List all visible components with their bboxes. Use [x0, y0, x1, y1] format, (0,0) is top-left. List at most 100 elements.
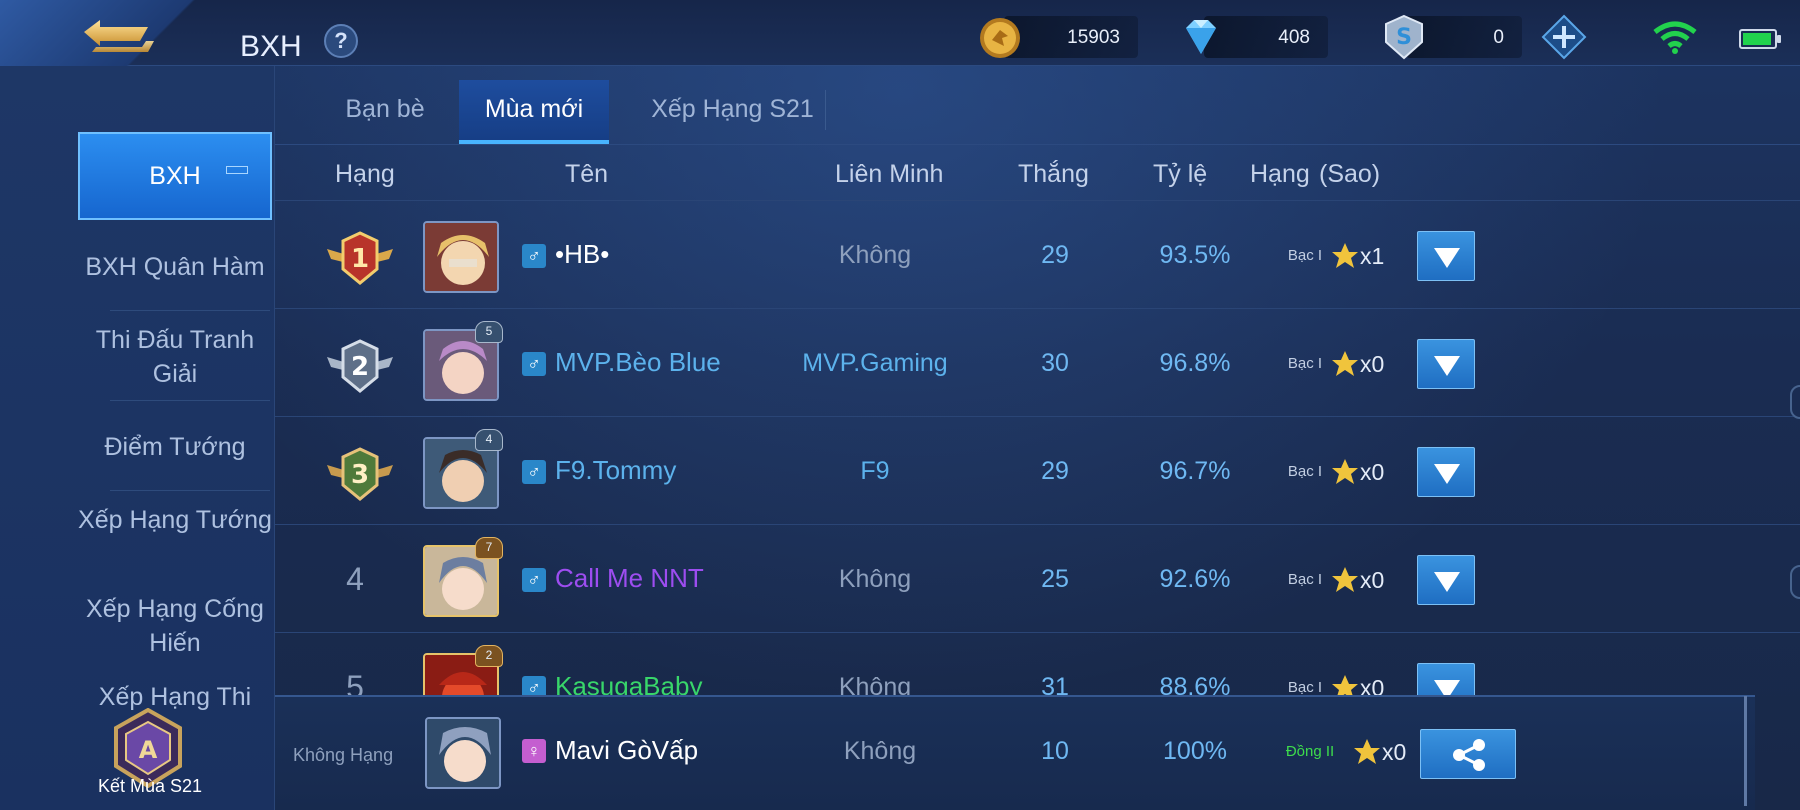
own-avatar[interactable]: [425, 717, 501, 789]
level-badge: 5: [475, 321, 503, 343]
player-name[interactable]: Call Me NNT: [555, 563, 704, 594]
sidebar-item-label: BXH: [149, 162, 201, 190]
help-button[interactable]: ?: [324, 24, 358, 58]
wins-count: 29: [1041, 241, 1069, 269]
column-name: Tên: [565, 160, 609, 188]
alliance-name: Không: [838, 241, 912, 269]
alliance-name[interactable]: F9: [775, 457, 975, 486]
wins-count: 30: [1041, 349, 1069, 377]
male-gender-icon: ♂: [522, 352, 546, 376]
add-currency-button[interactable]: [1541, 14, 1587, 60]
star-icon: [1332, 567, 1358, 592]
player-name[interactable]: F9.Tommy: [555, 455, 676, 486]
svg-text:3: 3: [351, 460, 369, 490]
rank-number: 5: [346, 669, 364, 695]
star-icon: [1354, 739, 1380, 764]
share-button[interactable]: [1420, 729, 1516, 779]
sidebar-item-diem-tuong[interactable]: Điểm Tướng: [78, 430, 272, 464]
edge-handle[interactable]: [1790, 385, 1800, 419]
voucher-value: 0: [1493, 27, 1504, 48]
win-rate: 96.7%: [1159, 457, 1231, 485]
star-count: x1: [1360, 243, 1385, 269]
table-row: 1 ♂ •HB• Không 29 93.5% Bạc I x1: [275, 200, 1800, 308]
gold-counter: 15903: [1004, 16, 1138, 58]
diamond-icon: [1186, 20, 1216, 54]
sidebar-item-bxh[interactable]: BXH: [78, 132, 272, 220]
sidebar-item-xep-hang-tuong[interactable]: Xếp Hạng Tướng: [78, 503, 272, 537]
leaderboard-list[interactable]: 1 ♂ •HB• Không 29 93.5% Bạc I x1 2 5 ♂ M…: [275, 200, 1800, 695]
tag-icon: [226, 166, 248, 174]
expand-button[interactable]: [1417, 663, 1475, 695]
player-name[interactable]: MVP.Bèo Blue: [555, 347, 721, 378]
column-stars: (Sao): [1319, 160, 1381, 188]
tab-xep-hang-s21[interactable]: Xếp Hạng S21: [640, 80, 825, 144]
table-header: Hạng Tên Liên Minh Thắng Tỷ lệ Hạng (Sao…: [275, 150, 1800, 200]
svg-text:S: S: [1396, 25, 1412, 50]
column-rank: Hạng: [335, 160, 395, 188]
level-badge: 7: [475, 537, 503, 559]
star-count: x0: [1360, 351, 1385, 377]
star-icon: [1332, 351, 1358, 376]
table-row: 3 4 ♂ F9.Tommy F9 29 96.7% Bạc I x0: [275, 416, 1800, 524]
sidebar-item-xep-hang-thi[interactable]: Xếp Hạng Thi: [78, 680, 272, 710]
win-rate: 93.5%: [1159, 241, 1231, 269]
player-name[interactable]: KasugaBaby: [555, 671, 702, 695]
svg-text:A: A: [139, 736, 158, 764]
star-icon: [1332, 675, 1358, 695]
own-win-rate: 100%: [1163, 737, 1227, 765]
gold-coin-icon: [980, 18, 1020, 58]
male-gender-icon: ♂: [522, 676, 546, 695]
own-player-name: Mavi GòVấp: [555, 735, 699, 765]
own-rank: Không Hạng: [293, 745, 394, 765]
male-gender-icon: ♂: [522, 568, 546, 592]
star-count: x0: [1360, 567, 1385, 593]
svg-text:1: 1: [351, 244, 369, 274]
share-icon: [1453, 739, 1485, 771]
star-icon: [1332, 243, 1358, 268]
svg-text:2: 2: [351, 352, 369, 382]
page-title: BXH: [240, 30, 302, 63]
wifi-icon: [1653, 21, 1697, 54]
sidebar-item-tranh-giai[interactable]: Thi Đấu Tranh Giải: [78, 323, 272, 391]
sidebar-divider: [110, 310, 270, 311]
rank-3-badge-icon: 3: [327, 447, 393, 501]
expand-button[interactable]: [1417, 555, 1475, 605]
voucher-icon: S: [1385, 14, 1423, 60]
win-rate: 92.6%: [1159, 565, 1231, 593]
expand-button[interactable]: [1417, 339, 1475, 389]
sidebar-divider: [110, 400, 270, 401]
alliance-name[interactable]: MVP.Gaming: [775, 349, 975, 378]
own-alliance: Không: [843, 737, 917, 765]
tab-ban-be[interactable]: Bạn bè: [300, 80, 470, 144]
sidebar-item-cong-hien[interactable]: Xếp Hạng Cống Hiến: [78, 592, 272, 660]
alliance-name: Không: [838, 565, 912, 593]
expand-button[interactable]: [1417, 231, 1475, 281]
rank-2-badge-icon: 2: [327, 339, 393, 393]
gold-value: 15903: [1067, 27, 1120, 48]
column-tier: Hạng: [1250, 160, 1310, 188]
level-badge: 4: [475, 429, 503, 451]
own-wins: 10: [1041, 737, 1069, 765]
win-rate: 88.6%: [1159, 673, 1231, 695]
rank-number: 4: [346, 561, 364, 597]
expand-button[interactable]: [1417, 447, 1475, 497]
edge-handle[interactable]: [1790, 565, 1800, 599]
sidebar-item-quan-ham[interactable]: BXH Quân Hàm: [78, 250, 272, 284]
scrollbar[interactable]: [1744, 696, 1747, 806]
back-button[interactable]: [78, 14, 160, 66]
wins-count: 31: [1041, 673, 1069, 695]
table-row: 2 5 ♂ MVP.Bèo Blue MVP.Gaming 30 96.8% B…: [275, 308, 1800, 416]
table-row: 5 2 ♂ KasugaBaby Không 31 88.6% Bạc I x0: [275, 632, 1800, 695]
player-name[interactable]: •HB•: [555, 239, 609, 270]
avatar[interactable]: [423, 221, 499, 293]
wins-count: 29: [1041, 457, 1069, 485]
star-count: x0: [1360, 675, 1385, 695]
battery-icon: [1739, 29, 1781, 49]
star-icon: [1332, 459, 1358, 484]
back-arrow-icon: [84, 20, 154, 52]
tab-mua-moi[interactable]: Mùa mới: [459, 80, 609, 144]
table-row: 4 7 ♂ Call Me NNT Không 25 92.6% Bạc I x…: [275, 524, 1800, 632]
diamond-value: 408: [1278, 27, 1310, 48]
own-rank-tier: Đồng II: [1285, 743, 1335, 760]
male-gender-icon: ♂: [522, 244, 546, 268]
